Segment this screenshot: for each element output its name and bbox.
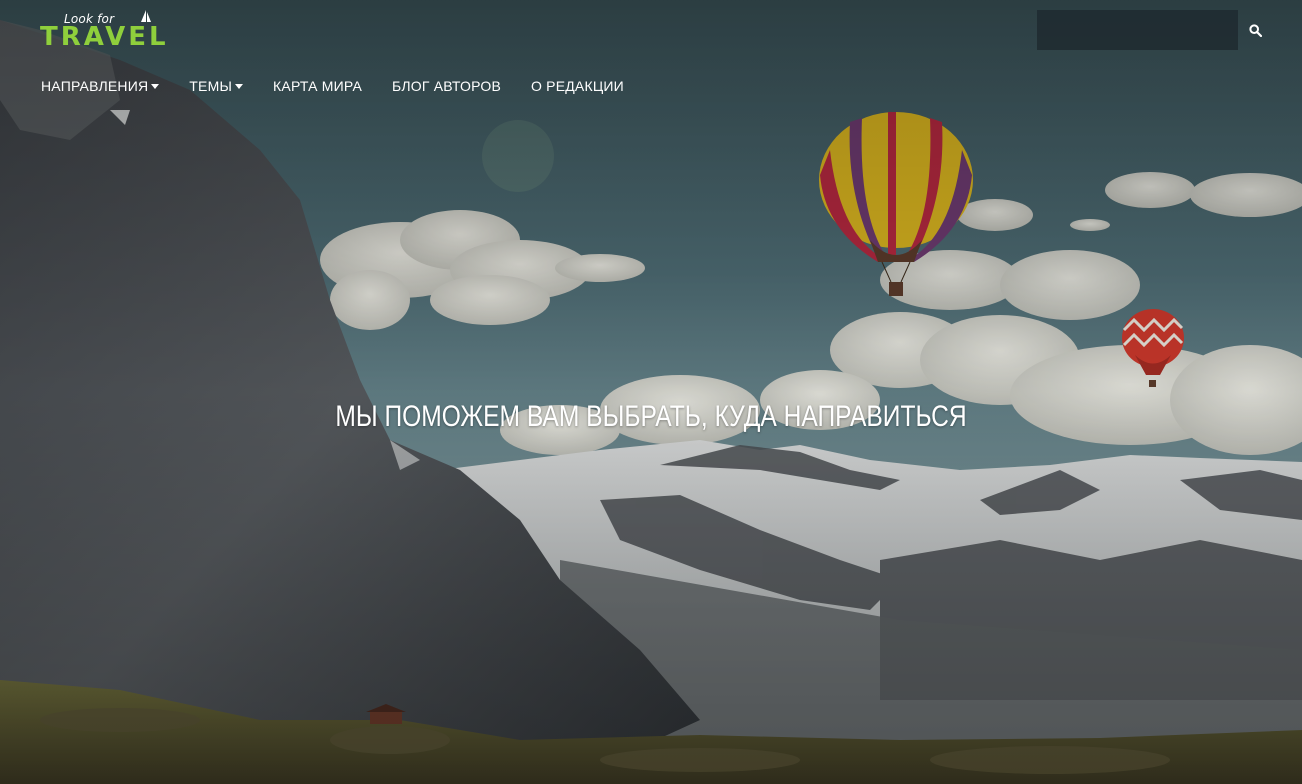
caret-down-icon xyxy=(151,84,160,89)
page: Look for TRAVEL НАПРАВЛЕНИЯ ТЕМЫ КАРТА М… xyxy=(0,0,1302,784)
nav-item-label: НАПРАВЛЕНИЯ xyxy=(41,78,149,94)
nav-item-about[interactable]: О РЕДАКЦИИ xyxy=(531,78,624,94)
search-input[interactable] xyxy=(1037,10,1238,50)
nav-item-label: БЛОГ АВТОРОВ xyxy=(392,78,501,94)
nav-item-label: КАРТА МИРА xyxy=(273,78,363,94)
hero-background-image xyxy=(0,0,1302,784)
caret-down-icon xyxy=(235,84,244,89)
nav-item-destinations[interactable]: НАПРАВЛЕНИЯ xyxy=(41,78,160,94)
nav-item-label: О РЕДАКЦИИ xyxy=(530,78,624,94)
main-navigation: НАПРАВЛЕНИЯ ТЕМЫ КАРТА МИРА БЛОГ АВТОРОВ… xyxy=(41,76,654,96)
nav-item-world-map[interactable]: КАРТА МИРА xyxy=(273,78,362,94)
nav-item-label: ТЕМЫ xyxy=(189,78,233,94)
logo-wordmark: TRAVEL xyxy=(40,22,169,52)
site-logo[interactable]: Look for TRAVEL xyxy=(40,8,166,54)
search-button[interactable] xyxy=(1240,10,1270,50)
nav-item-topics[interactable]: ТЕМЫ xyxy=(189,78,244,94)
nav-item-authors-blog[interactable]: БЛОГ АВТОРОВ xyxy=(392,78,501,94)
hero-headline: МЫ ПОМОЖЕМ ВАМ ВЫБРАТЬ, КУДА НАПРАВИТЬСЯ xyxy=(335,400,967,433)
search-icon xyxy=(1248,23,1262,37)
